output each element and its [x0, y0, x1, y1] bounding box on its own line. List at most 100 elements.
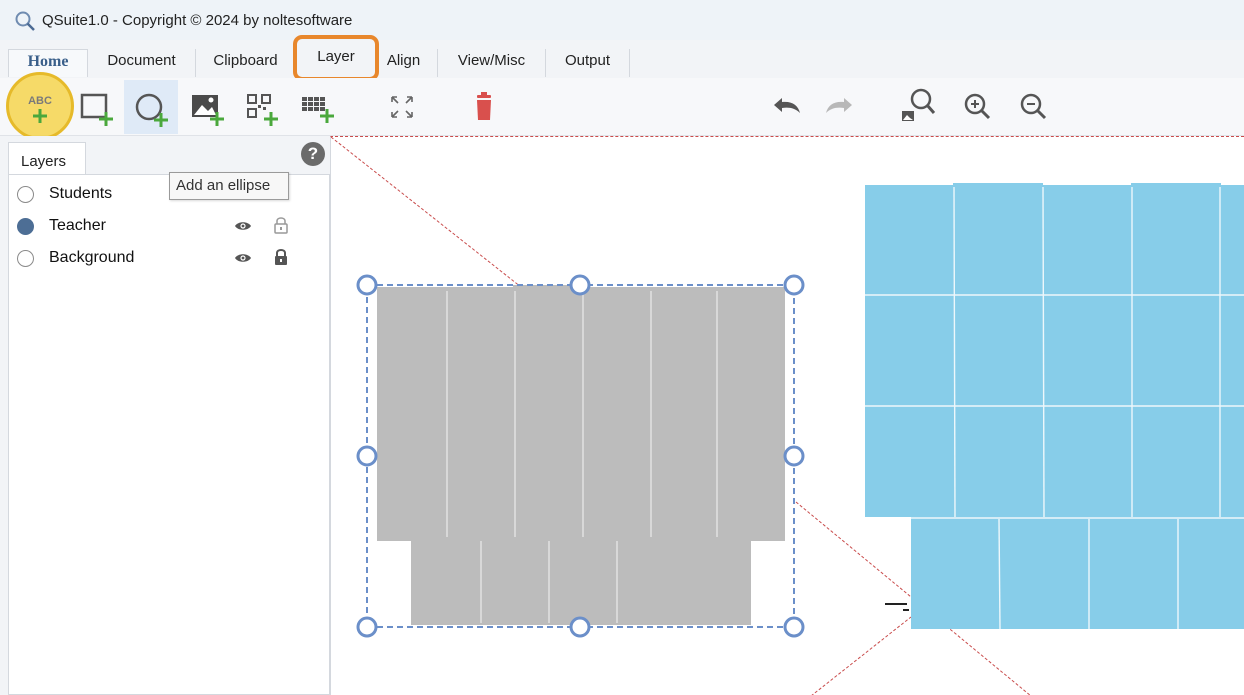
add-text-button[interactable]: ABC — [14, 80, 66, 134]
layer-name: Background — [49, 249, 135, 266]
gray-card — [649, 455, 719, 541]
gray-card — [717, 287, 785, 373]
add-grid-icon — [302, 97, 334, 123]
gray-card — [377, 371, 447, 457]
gray-card — [615, 539, 685, 625]
undo-button[interactable] — [760, 80, 812, 134]
delete-button[interactable] — [458, 80, 510, 134]
zoom-page-button[interactable] — [892, 80, 944, 134]
resize-handle — [783, 616, 805, 638]
blue-card — [1219, 295, 1244, 405]
fit-page-button[interactable] — [376, 80, 428, 134]
blue-card — [1131, 295, 1221, 407]
gray-card — [479, 539, 549, 625]
gray-card — [513, 371, 583, 457]
resize-handle — [783, 274, 805, 296]
layers-list: Students Teacher Background — [8, 174, 330, 695]
eye-icon[interactable] — [234, 220, 252, 232]
tab-output[interactable]: Output — [546, 49, 630, 77]
tooltip: Add an ellipse — [169, 172, 289, 200]
redo-icon — [826, 98, 852, 113]
add-text-icon: ABC — [28, 95, 52, 123]
blue-card — [1177, 517, 1244, 629]
gray-card — [717, 371, 785, 457]
add-ellipse-icon — [135, 93, 168, 127]
gray-card — [717, 455, 785, 541]
resize-handle — [569, 274, 591, 296]
add-ellipse-button[interactable] — [125, 80, 177, 134]
layer-row-background[interactable]: Background — [9, 242, 329, 272]
blue-card — [1131, 183, 1221, 295]
svg-text:ABC: ABC — [28, 95, 52, 107]
zoom-out-icon — [1020, 93, 1047, 120]
gray-card — [649, 371, 719, 457]
page-diagonal — [811, 616, 912, 695]
app-search-icon — [15, 11, 35, 31]
blue-card — [1219, 405, 1244, 517]
blue-card — [1131, 407, 1221, 517]
layer-name: Students — [49, 185, 113, 202]
trash-icon — [477, 92, 491, 120]
lock-icon[interactable] — [273, 247, 289, 267]
zoom-out-button[interactable] — [1008, 80, 1060, 134]
blue-card — [953, 183, 1043, 295]
gray-card — [377, 455, 447, 541]
layers-tab[interactable]: Layers — [8, 142, 86, 174]
resize-handle — [356, 274, 378, 296]
zoom-in-icon — [964, 93, 991, 120]
tab-align[interactable]: Align — [370, 49, 438, 77]
layer-radio[interactable] — [17, 218, 34, 235]
gray-card — [377, 287, 447, 373]
blue-card — [1043, 405, 1133, 517]
gray-card — [649, 287, 719, 373]
layer-radio[interactable] — [17, 250, 34, 267]
canvas-drawing — [331, 137, 1244, 695]
unlocked-icon[interactable] — [273, 215, 289, 235]
add-image-icon — [192, 95, 224, 126]
blue-card — [1089, 517, 1179, 629]
eye-icon[interactable] — [234, 252, 252, 264]
layer-row-teacher[interactable]: Teacher — [9, 210, 329, 240]
add-image-button[interactable] — [180, 80, 232, 134]
blue-card — [1043, 295, 1133, 405]
add-qrcode-icon — [247, 94, 278, 126]
add-rectangle-button[interactable] — [70, 80, 122, 134]
add-grid-button[interactable] — [290, 80, 342, 134]
resize-handle — [356, 616, 378, 638]
gray-card-group[interactable] — [377, 285, 785, 625]
gray-card — [581, 371, 651, 457]
gray-card — [445, 371, 515, 457]
page-diagonal — [331, 137, 522, 288]
layer-name: Teacher — [49, 217, 106, 234]
layer-radio[interactable] — [17, 186, 34, 203]
tab-clipboard[interactable]: Clipboard — [196, 49, 296, 77]
gray-card — [581, 287, 651, 373]
resize-handle — [356, 445, 378, 467]
window-title: QSuite1.0 - Copyright © 2024 by noltesof… — [42, 12, 353, 29]
tab-view-misc[interactable]: View/Misc — [438, 49, 546, 77]
blue-card — [865, 185, 955, 295]
gray-card — [445, 287, 515, 373]
gray-card — [411, 539, 481, 625]
design-canvas[interactable] — [330, 136, 1244, 695]
blue-card — [999, 517, 1089, 629]
zoom-in-button[interactable] — [952, 80, 1004, 134]
blue-card — [865, 405, 955, 517]
gray-card — [683, 539, 751, 625]
add-qrcode-button[interactable] — [234, 80, 286, 134]
blue-card — [953, 407, 1043, 517]
zoom-page-icon — [902, 88, 936, 121]
gray-card — [513, 285, 583, 371]
gray-card — [445, 455, 515, 541]
blue-card — [911, 517, 1001, 629]
blue-card — [865, 295, 955, 405]
help-icon[interactable]: ? — [301, 142, 325, 166]
expand-arrows-icon — [391, 96, 413, 118]
tab-layer[interactable]: Layer — [293, 35, 379, 81]
redo-button[interactable] — [814, 80, 866, 134]
undo-icon — [774, 98, 800, 113]
tab-document[interactable]: Document — [88, 49, 196, 77]
gray-card — [513, 455, 583, 541]
gray-card — [581, 455, 651, 541]
gray-card — [547, 539, 617, 625]
